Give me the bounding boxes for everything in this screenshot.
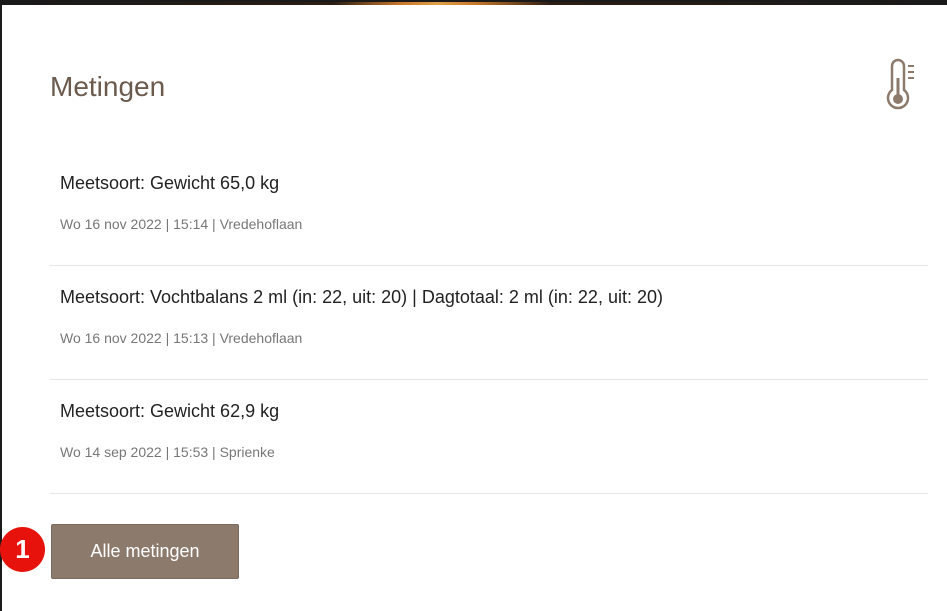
measurement-meta: Wo 16 nov 2022 | 15:14 | Vredehoflaan xyxy=(60,216,303,232)
step-number-badge: 1 xyxy=(0,527,45,572)
measurement-title: Meetsoort: Vochtbalans 2 ml (in: 22, uit… xyxy=(60,287,663,307)
measurement-item[interactable]: Meetsoort: Gewicht 62,9 kg Wo 14 sep 202… xyxy=(50,380,928,494)
measurement-title: Meetsoort: Gewicht 65,0 kg xyxy=(60,173,280,193)
measurement-title: Meetsoort: Gewicht 62,9 kg xyxy=(60,401,280,421)
top-accent-bar xyxy=(2,2,947,5)
card-title: Metingen xyxy=(50,71,166,102)
measurement-item[interactable]: Meetsoort: Gewicht 65,0 kg Wo 16 nov 202… xyxy=(50,152,928,266)
measurement-meta: Wo 16 nov 2022 | 15:13 | Vredehoflaan xyxy=(60,330,303,346)
all-measurements-button[interactable]: Alle metingen xyxy=(51,524,239,579)
metingen-card: Metingen Meetsoort: Gewicht 65,0 kg Wo 1… xyxy=(0,0,947,611)
measurement-list: Meetsoort: Gewicht 65,0 kg Wo 16 nov 202… xyxy=(50,152,928,494)
measurement-meta: Wo 14 sep 2022 | 15:53 | Sprienke xyxy=(60,444,275,460)
thermometer-icon xyxy=(886,58,914,110)
measurement-item[interactable]: Meetsoort: Vochtbalans 2 ml (in: 22, uit… xyxy=(50,266,928,380)
